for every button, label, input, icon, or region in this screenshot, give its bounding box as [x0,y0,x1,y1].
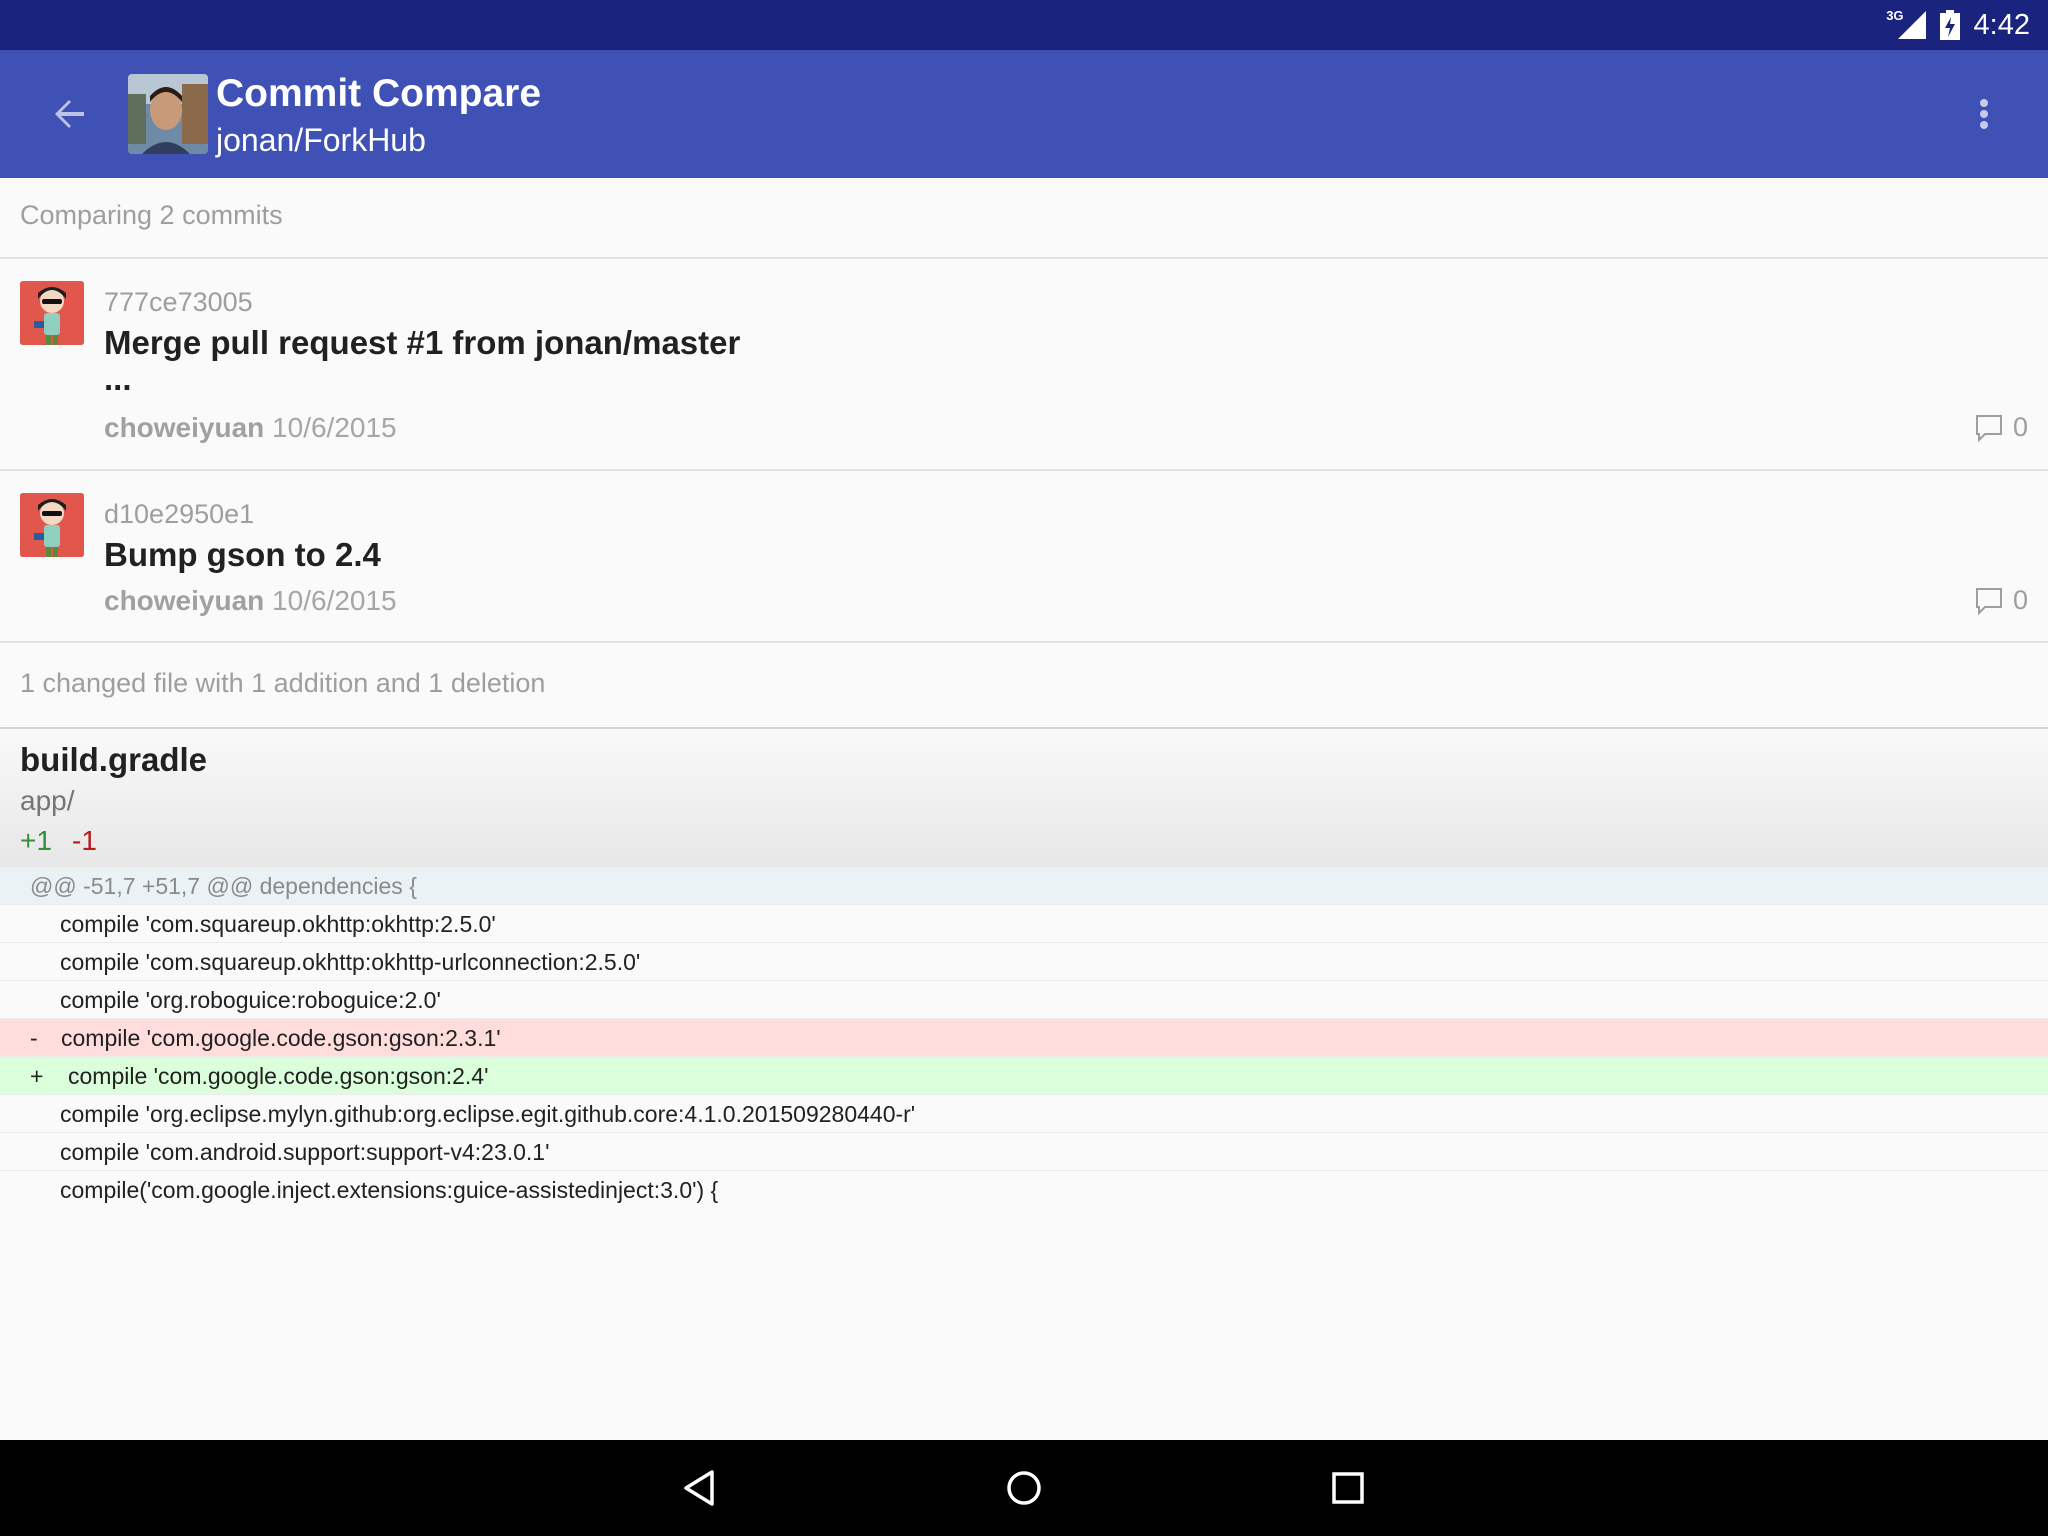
battery-charging-icon [1939,10,1960,40]
commit-author: choweiyuan [104,585,265,616]
commit-meta: choweiyuan 10/6/2015 [104,412,397,444]
author-avatar [20,493,84,557]
diff-line-code: compile('com.google.inject.extensions:gu… [60,1177,719,1203]
navigation-bar [0,1440,2048,1536]
commit-item[interactable]: d10e2950e1 Bump gson to 2.4 choweiyuan 1… [0,471,2048,641]
commit-message-ellipsis: ... [104,360,132,397]
file-path: app/ [20,785,75,816]
commit-date: 10/6/2015 [272,585,397,616]
diff-view: @@ -51,7 +51,7 @@ dependencies { compile… [0,867,2048,1208]
diff-line-code: compile 'com.google.code.gson:gson:2.4' [68,1063,489,1089]
diff-line: compile 'com.android.support:support-v4:… [0,1133,2048,1171]
commit-message: Merge pull request #1 from jonan/master [104,324,741,361]
diff-line: compile('com.google.inject.extensions:gu… [0,1171,2048,1208]
file-additions: +1 [20,825,52,856]
file-deletions: -1 [72,825,97,856]
commit-author: choweiyuan [104,412,265,443]
arrow-back-icon[interactable] [46,90,94,138]
file-header[interactable]: build.gradle app/ +1 -1 [0,727,2048,869]
diff-line-code: compile 'com.google.code.gson:gson:2.3.1… [61,1025,501,1051]
file-name: build.gradle [20,741,208,778]
diff-line-code: compile 'com.android.support:support-v4:… [60,1139,550,1165]
network-type-label: 3G [1886,7,1904,23]
page-title: Commit Compare [216,72,542,115]
diff-marker: + [30,1063,44,1089]
diff-line-added: + compile 'com.google.code.gson:gson:2.4… [0,1057,2048,1095]
author-avatar-icon [20,493,84,557]
owner-photo-icon [128,74,208,154]
diff-line: compile 'org.roboguice:roboguice:2.0' [0,981,2048,1019]
divider [0,641,2048,643]
diff-line-code: compile 'org.roboguice:roboguice:2.0' [60,987,441,1013]
diff-line: compile 'org.eclipse.mylyn.github:org.ec… [0,1095,2048,1133]
diff-line-removed: - compile 'com.google.code.gson:gson:2.3… [0,1019,2048,1057]
diff-line-code: compile 'com.squareup.okhttp:okhttp:2.5.… [60,911,496,937]
author-avatar-icon [20,281,84,345]
comment-count: 0 [1975,585,2028,616]
diff-line: compile 'com.squareup.okhttp:okhttp-urlc… [0,943,2048,981]
status-bar: 3G 4:42 [0,0,2048,50]
diff-marker: - [30,1025,38,1051]
files-summary-text: 1 changed file with 1 addition and 1 del… [20,668,546,698]
repo-owner-avatar[interactable] [128,74,208,154]
comment-count-value: 0 [2012,412,2028,442]
commits-count-text: Comparing 2 commits [20,200,283,230]
commit-sha: d10e2950e1 [104,499,255,529]
diff-hunk-text: @@ -51,7 +51,7 @@ dependencies { [30,873,417,899]
comment-count-value: 0 [2012,585,2028,615]
author-avatar [20,281,84,345]
diff-line-code: compile 'org.eclipse.mylyn.github:org.ec… [60,1101,916,1127]
circle-home-icon[interactable] [1000,1464,1048,1512]
comment-count: 0 [1975,412,2028,443]
commit-item[interactable]: 777ce73005 Merge pull request #1 from jo… [0,259,2048,469]
diff-line: compile 'com.squareup.okhttp:okhttp:2.5.… [0,905,2048,943]
square-recents-icon[interactable] [1324,1464,1372,1512]
comment-icon [1975,587,2002,615]
commit-date: 10/6/2015 [272,412,397,443]
commit-message: Bump gson to 2.4 [104,536,381,573]
repo-name[interactable]: jonan/ForkHub [216,120,426,160]
triangle-back-icon[interactable] [676,1464,724,1512]
comment-icon [1975,414,2002,442]
more-vert-icon[interactable] [1968,90,2000,138]
clock-time: 4:42 [1973,8,2030,41]
diff-line-code: compile 'com.squareup.okhttp:okhttp-urlc… [60,949,641,975]
diff-hunk-header: @@ -51,7 +51,7 @@ dependencies { [0,867,2048,905]
commit-meta: choweiyuan 10/6/2015 [104,585,397,617]
app-bar: Commit Compare jonan/ForkHub [0,50,2048,178]
commit-sha: 777ce73005 [104,287,253,317]
